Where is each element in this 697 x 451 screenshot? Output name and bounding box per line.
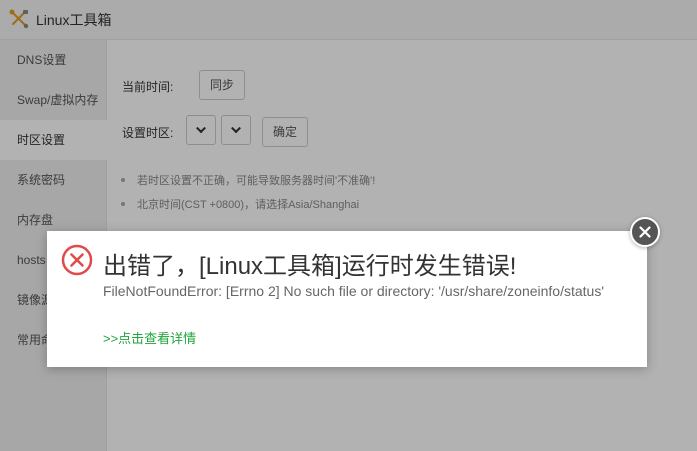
app-window: Linux工具箱 DNS设置 Swap/虚拟内存 时区设置 系统密码 内存盘 h… [0, 0, 697, 451]
close-icon [639, 226, 651, 238]
error-message: FileNotFoundError: [Errno 2] No such fil… [103, 283, 604, 299]
modal-overlay[interactable] [0, 0, 697, 451]
close-dialog-button[interactable] [630, 217, 660, 247]
view-details-link[interactable]: >>点击查看详情 [103, 328, 196, 347]
error-title: 出错了，[Linux工具箱]运行时发生错误! [103, 253, 517, 280]
error-x-circle-icon [61, 244, 93, 276]
error-dialog: 出错了，[Linux工具箱]运行时发生错误! FileNotFoundError… [47, 231, 647, 367]
